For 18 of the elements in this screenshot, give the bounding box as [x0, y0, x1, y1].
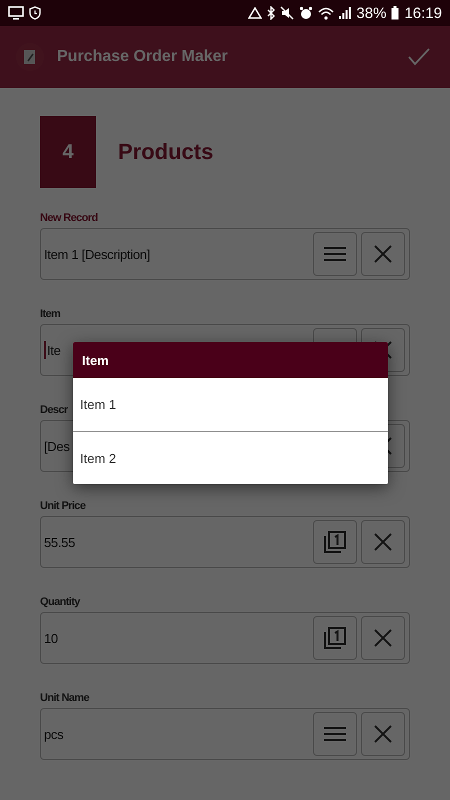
dialog-title: Item	[73, 342, 388, 378]
section-title: Products	[118, 139, 214, 165]
app-title: Purchase Order Maker	[57, 48, 229, 66]
field-label: Unit Name	[40, 692, 89, 706]
field-label: New Record	[40, 212, 98, 226]
input-field[interactable]: 10	[40, 612, 410, 664]
field-label: Item	[40, 308, 60, 322]
input-field[interactable]: 55.55	[40, 516, 410, 568]
input-field[interactable]: Item 1 [Description]	[40, 228, 410, 280]
input-field[interactable]: pcs	[40, 708, 410, 760]
clock-time: 16:19	[404, 4, 442, 22]
field-label: Unit Price	[40, 500, 86, 514]
field-label: Descr	[40, 404, 68, 418]
field-label: Quantity	[40, 596, 80, 610]
dialog-option[interactable]: Item 2	[73, 431, 388, 484]
battery-percentage: 38%	[356, 4, 386, 22]
dialog-option[interactable]: Item 1	[73, 378, 388, 431]
step-number: 4	[40, 116, 96, 188]
